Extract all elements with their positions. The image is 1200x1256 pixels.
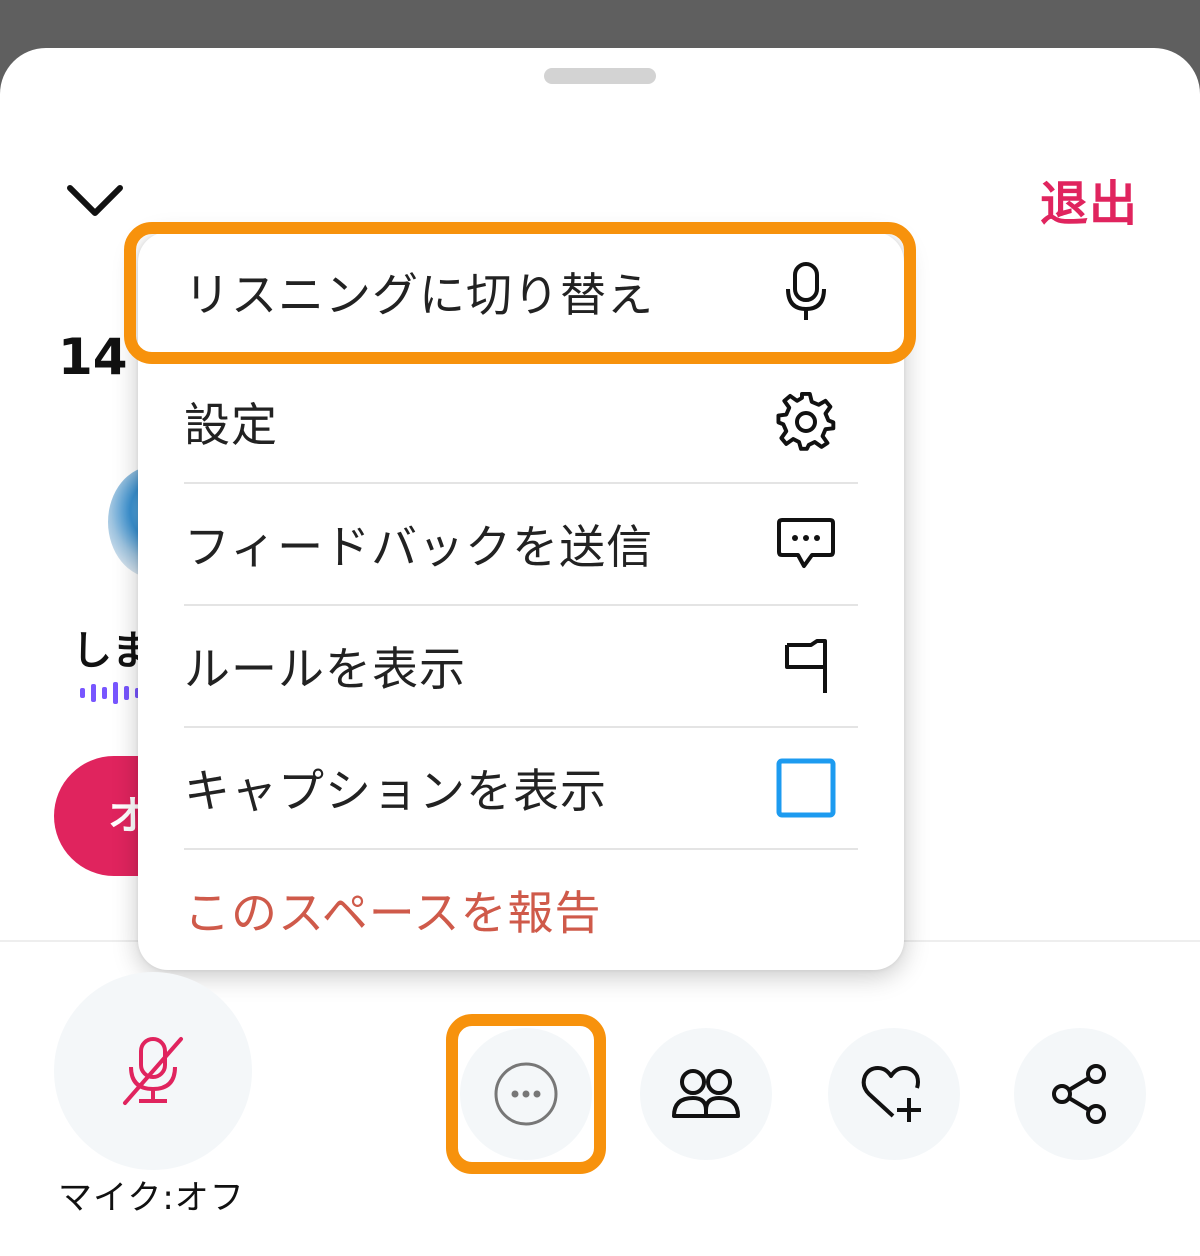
microphone-icon	[774, 260, 838, 324]
more-options-menu: リスニングに切り替え 設定 フィードバックを送信 ルールを表示 キャプションを表…	[138, 232, 904, 970]
gear-icon	[774, 390, 838, 454]
feedback-message-icon	[774, 512, 838, 576]
menu-item-spacer	[774, 878, 838, 942]
microphone-off-icon	[123, 1037, 183, 1105]
mic-toggle-button[interactable]	[54, 972, 252, 1170]
people-icon	[672, 1069, 740, 1118]
leave-button[interactable]: 退出	[1040, 164, 1138, 234]
captions-checkbox[interactable]	[774, 756, 838, 820]
drag-handle[interactable]	[544, 68, 656, 84]
menu-item-report-space[interactable]: このスペースを報告	[184, 850, 858, 970]
menu-item-switch-to-listening[interactable]: リスニングに切り替え	[184, 232, 858, 352]
menu-item-show-captions[interactable]: キャプションを表示	[184, 728, 858, 848]
heart-plus-icon	[861, 1066, 921, 1122]
menu-item-send-feedback[interactable]: フィードバックを送信	[184, 484, 858, 604]
share-icon	[1052, 1064, 1106, 1124]
audio-wave-icon	[80, 682, 140, 704]
collapse-button[interactable]	[60, 170, 130, 230]
flag-icon	[774, 634, 838, 698]
participants-button[interactable]	[640, 1028, 772, 1160]
menu-item-settings[interactable]: 設定	[184, 362, 858, 482]
menu-item-label: キャプションを表示	[184, 764, 607, 818]
menu-item-label: リスニングに切り替え	[184, 268, 654, 322]
more-button[interactable]	[460, 1028, 592, 1160]
chevron-down-icon	[67, 185, 123, 216]
menu-item-label: 設定	[184, 398, 278, 452]
listener-count-partial: 14	[58, 328, 128, 386]
menu-item-label: ルールを表示	[184, 642, 466, 696]
mic-status-label: マイク:オフ	[58, 1178, 245, 1218]
reaction-button[interactable]	[828, 1028, 960, 1160]
menu-item-label: このスペースを報告	[184, 886, 602, 940]
share-button[interactable]	[1014, 1028, 1146, 1160]
menu-item-view-rules[interactable]: ルールを表示	[184, 606, 858, 726]
menu-item-label: フィードバックを送信	[184, 520, 654, 574]
more-icon	[494, 1062, 558, 1126]
